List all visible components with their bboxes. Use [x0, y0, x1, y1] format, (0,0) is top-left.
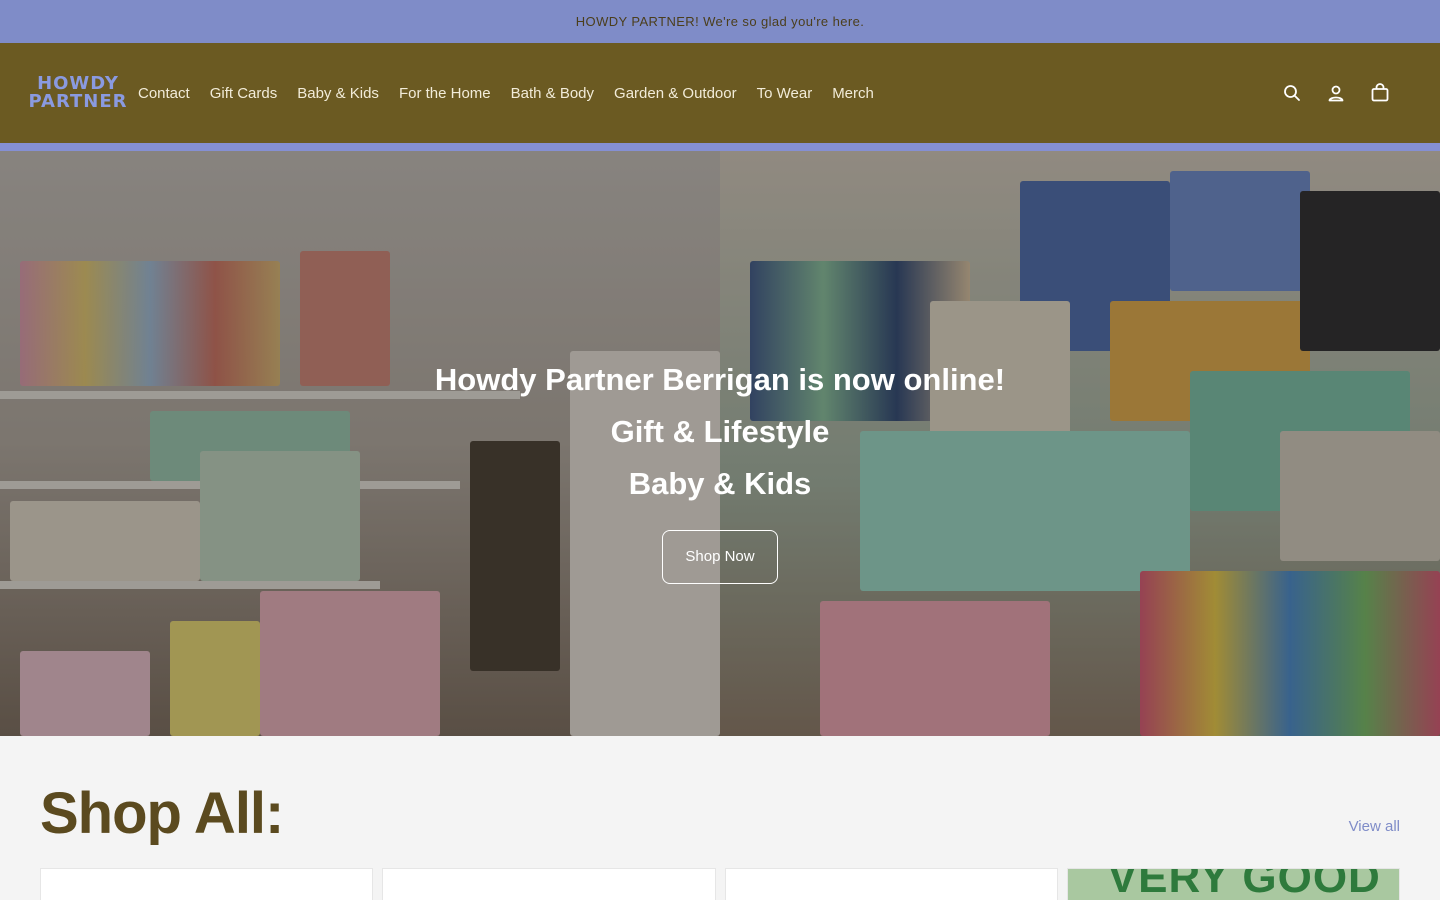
nav-item-contact[interactable]: Contact	[138, 85, 190, 102]
cart-icon[interactable]	[1370, 83, 1390, 103]
nav-item-to-wear[interactable]: To Wear	[757, 85, 813, 102]
hero-heading-line-3: Baby & Kids	[628, 465, 812, 501]
account-icon[interactable]	[1326, 83, 1346, 103]
hero-banner: Howdy Partner Berrigan is now online! Gi…	[0, 151, 1440, 736]
header-accent-strip	[0, 143, 1440, 151]
product-card[interactable]	[40, 868, 374, 900]
collection-title: Shop All:	[40, 781, 284, 846]
nav-item-bath-body[interactable]: Bath & Body	[511, 85, 594, 102]
product-card-image-text: VERY GOOD	[1107, 868, 1381, 900]
hero-content: Howdy Partner Berrigan is now online! Gi…	[0, 151, 1440, 736]
product-card[interactable]	[724, 868, 1058, 900]
hero-heading-line-2: Gift & Lifestyle	[610, 413, 830, 449]
announcement-bar: HOWDY PARTNER! We're so glad you're here…	[0, 0, 1440, 43]
announcement-text: HOWDY PARTNER! We're so glad you're here…	[575, 14, 865, 29]
nav-item-gift-cards[interactable]: Gift Cards	[210, 85, 278, 102]
shop-now-button[interactable]: Shop Now	[662, 529, 778, 584]
nav-item-baby-kids[interactable]: Baby & Kids	[297, 85, 379, 102]
site-logo[interactable]: HOWDY PARTNER	[28, 73, 126, 113]
nav-item-merch[interactable]: Merch	[832, 85, 874, 102]
main-nav: Contact Gift Cards Baby & Kids For the H…	[138, 85, 874, 102]
product-grid: VERY GOOD	[40, 868, 1400, 900]
search-icon[interactable]	[1282, 83, 1302, 103]
nav-item-garden-outdoor[interactable]: Garden & Outdoor	[614, 85, 737, 102]
view-all-link[interactable]: View all	[1349, 818, 1400, 835]
product-card[interactable]	[382, 868, 716, 900]
logo-line-2: PARTNER	[28, 91, 128, 112]
site-header: HOWDY PARTNER Contact Gift Cards Baby & …	[0, 43, 1440, 143]
hero-heading-line-1: Howdy Partner Berrigan is now online!	[434, 361, 1006, 397]
product-card[interactable]: VERY GOOD	[1066, 868, 1400, 900]
nav-item-for-the-home[interactable]: For the Home	[399, 85, 491, 102]
header-icons	[1282, 83, 1390, 103]
